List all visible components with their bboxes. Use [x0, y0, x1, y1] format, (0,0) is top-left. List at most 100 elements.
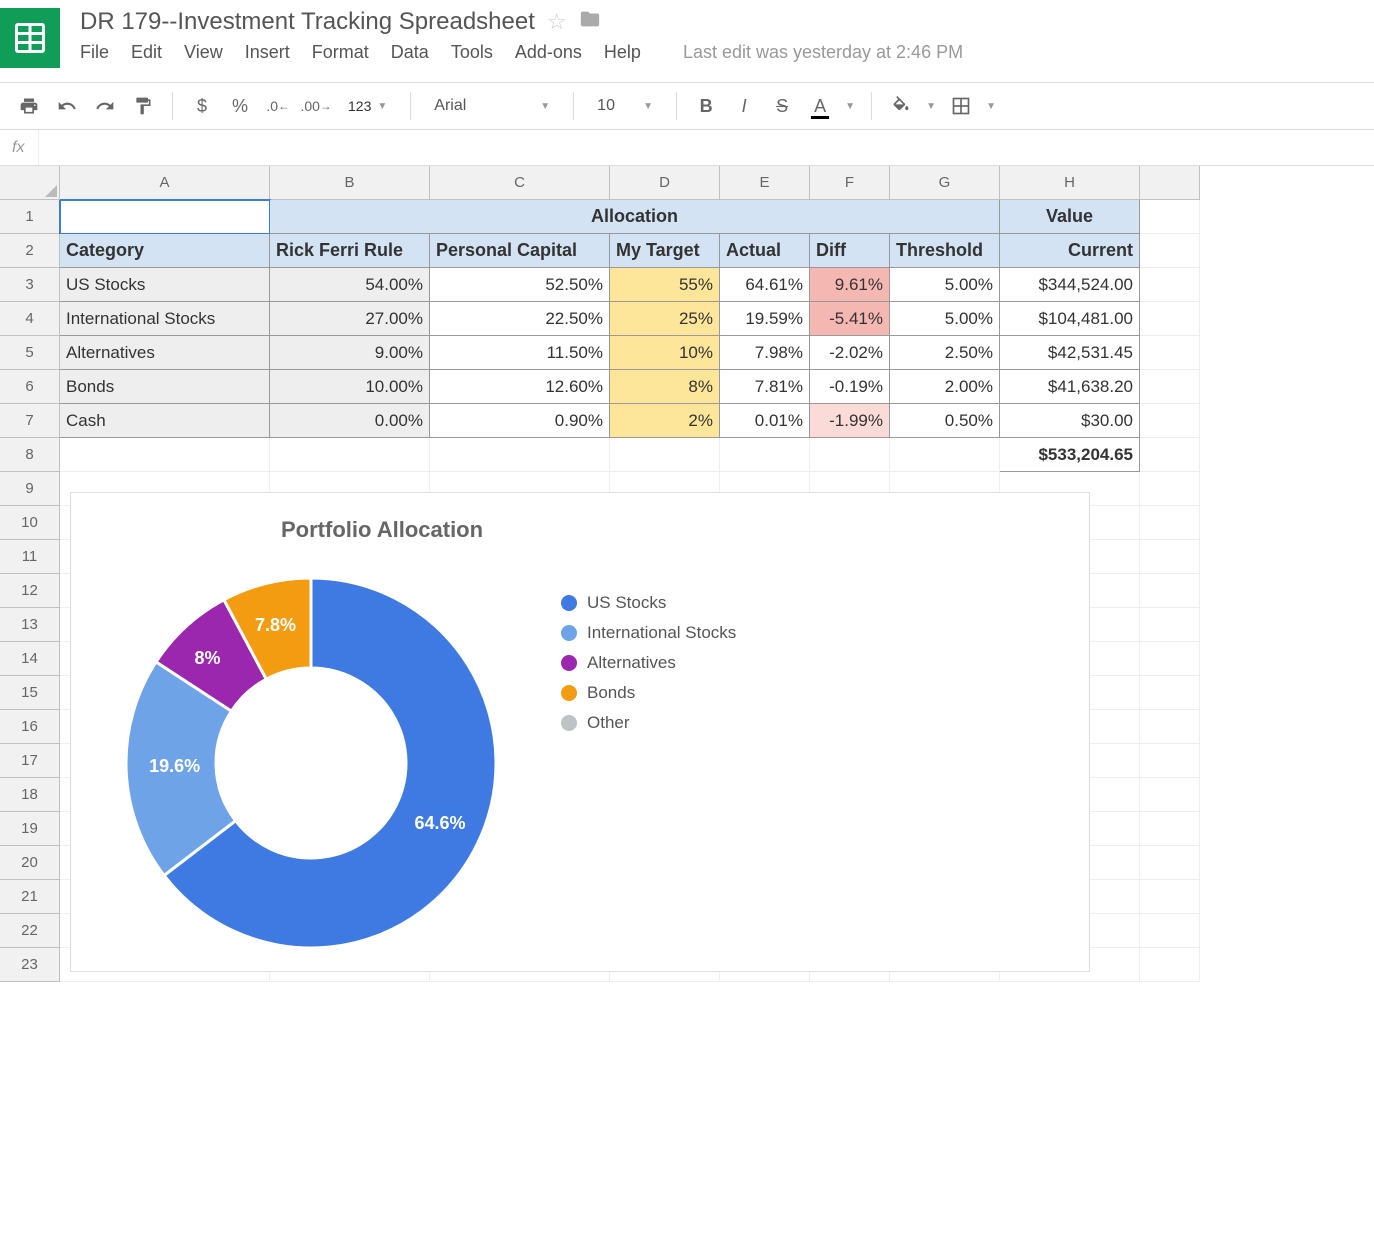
cell-target-6[interactable]: 8% [610, 370, 720, 404]
row-header-7[interactable]: 7 [0, 404, 60, 438]
cell-header-personal-capital[interactable]: Personal Capital [430, 234, 610, 268]
col-header-F[interactable]: F [810, 166, 890, 200]
cell-E8[interactable] [720, 438, 810, 472]
cell-diff-5[interactable]: -2.02% [810, 336, 890, 370]
cell-A8[interactable] [60, 438, 270, 472]
cell-current-5[interactable]: $42,531.45 [1000, 336, 1140, 370]
redo-icon[interactable] [88, 89, 122, 123]
cell-value-header[interactable]: Value [1000, 200, 1140, 234]
decrease-decimal-icon[interactable]: .0← [261, 89, 295, 123]
cell-pc-4[interactable]: 22.50% [430, 302, 610, 336]
cell-rick-7[interactable]: 0.00% [270, 404, 430, 438]
last-edit-text[interactable]: Last edit was yesterday at 2:46 PM [683, 42, 963, 63]
cell-category-5[interactable]: Alternatives [60, 336, 270, 370]
cell-threshold-3[interactable]: 5.00% [890, 268, 1000, 302]
cell-header-actual[interactable]: Actual [720, 234, 810, 268]
row-header-18[interactable]: 18 [0, 778, 60, 812]
menu-addons[interactable]: Add-ons [515, 42, 582, 63]
row-header-23[interactable]: 23 [0, 948, 60, 982]
cell-rick-5[interactable]: 9.00% [270, 336, 430, 370]
percent-icon[interactable]: % [223, 89, 257, 123]
legend-item-bonds[interactable]: Bonds [561, 683, 736, 703]
text-color-button[interactable]: A [803, 89, 837, 123]
cell-diff-6[interactable]: -0.19% [810, 370, 890, 404]
select-all-corner[interactable] [0, 166, 60, 200]
cell-current-4[interactable]: $104,481.00 [1000, 302, 1140, 336]
chart-portfolio-allocation[interactable]: Portfolio Allocation 64.6%19.6%8%7.8% US… [70, 492, 1090, 972]
row-header-21[interactable]: 21 [0, 880, 60, 914]
cell-rick-4[interactable]: 27.00% [270, 302, 430, 336]
print-icon[interactable] [12, 89, 46, 123]
row-header-4[interactable]: 4 [0, 302, 60, 336]
cell-threshold-7[interactable]: 0.50% [890, 404, 1000, 438]
row-header-8[interactable]: 8 [0, 438, 60, 472]
cell-actual-5[interactable]: 7.98% [720, 336, 810, 370]
font-size-dropdown[interactable]: 10▼ [586, 89, 664, 123]
row-header-3[interactable]: 3 [0, 268, 60, 302]
row-header-16[interactable]: 16 [0, 710, 60, 744]
row-header-10[interactable]: 10 [0, 506, 60, 540]
cell-I3[interactable] [1140, 268, 1200, 302]
cell-actual-6[interactable]: 7.81% [720, 370, 810, 404]
menu-help[interactable]: Help [604, 42, 641, 63]
cell-header-current[interactable]: Current [1000, 234, 1140, 268]
cell-header-my-target[interactable]: My Target [610, 234, 720, 268]
cell-I7[interactable] [1140, 404, 1200, 438]
cell-pc-6[interactable]: 12.60% [430, 370, 610, 404]
col-header-A[interactable]: A [60, 166, 270, 200]
cell-I15[interactable] [1140, 676, 1200, 710]
cell-I6[interactable] [1140, 370, 1200, 404]
cell-threshold-4[interactable]: 5.00% [890, 302, 1000, 336]
cell-target-4[interactable]: 25% [610, 302, 720, 336]
cell-actual-7[interactable]: 0.01% [720, 404, 810, 438]
cell-threshold-6[interactable]: 2.00% [890, 370, 1000, 404]
italic-button[interactable]: I [727, 89, 761, 123]
cell-A1[interactable] [60, 200, 270, 234]
cell-G8[interactable] [890, 438, 1000, 472]
cell-category-6[interactable]: Bonds [60, 370, 270, 404]
menu-data[interactable]: Data [391, 42, 429, 63]
cell-pc-5[interactable]: 11.50% [430, 336, 610, 370]
sheet-area[interactable]: ABCDEFGH1AllocationValue2CategoryRick Fe… [0, 166, 1374, 1216]
cell-header-threshold[interactable]: Threshold [890, 234, 1000, 268]
cell-category-7[interactable]: Cash [60, 404, 270, 438]
cell-B8[interactable] [270, 438, 430, 472]
currency-icon[interactable]: $ [185, 89, 219, 123]
cell-I19[interactable] [1140, 812, 1200, 846]
cell-allocation-header[interactable]: Allocation [270, 200, 1000, 234]
cell-I22[interactable] [1140, 914, 1200, 948]
folder-icon[interactable] [579, 8, 601, 36]
formula-input[interactable] [38, 130, 1362, 165]
menu-view[interactable]: View [184, 42, 223, 63]
row-header-14[interactable]: 14 [0, 642, 60, 676]
cell-I1[interactable] [1140, 200, 1200, 234]
cell-I11[interactable] [1140, 540, 1200, 574]
document-title[interactable]: DR 179--Investment Tracking Spreadsheet [80, 8, 535, 36]
cell-actual-3[interactable]: 64.61% [720, 268, 810, 302]
bold-button[interactable]: B [689, 89, 723, 123]
menu-file[interactable]: File [80, 42, 109, 63]
row-header-19[interactable]: 19 [0, 812, 60, 846]
cell-I14[interactable] [1140, 642, 1200, 676]
cell-diff-3[interactable]: 9.61% [810, 268, 890, 302]
cell-I13[interactable] [1140, 608, 1200, 642]
cell-target-3[interactable]: 55% [610, 268, 720, 302]
borders-button[interactable] [944, 89, 978, 123]
cell-I9[interactable] [1140, 472, 1200, 506]
cell-header-diff[interactable]: Diff [810, 234, 890, 268]
star-icon[interactable]: ☆ [547, 9, 567, 35]
font-family-dropdown[interactable]: Arial▼ [423, 89, 561, 123]
cell-diff-4[interactable]: -5.41% [810, 302, 890, 336]
row-header-9[interactable]: 9 [0, 472, 60, 506]
menu-tools[interactable]: Tools [451, 42, 493, 63]
row-header-22[interactable]: 22 [0, 914, 60, 948]
col-header-B[interactable]: B [270, 166, 430, 200]
cell-rick-6[interactable]: 10.00% [270, 370, 430, 404]
cell-current-7[interactable]: $30.00 [1000, 404, 1140, 438]
cell-C8[interactable] [430, 438, 610, 472]
legend-item-alternatives[interactable]: Alternatives [561, 653, 736, 673]
cell-actual-4[interactable]: 19.59% [720, 302, 810, 336]
row-header-1[interactable]: 1 [0, 200, 60, 234]
cell-threshold-5[interactable]: 2.50% [890, 336, 1000, 370]
col-header-G[interactable]: G [890, 166, 1000, 200]
